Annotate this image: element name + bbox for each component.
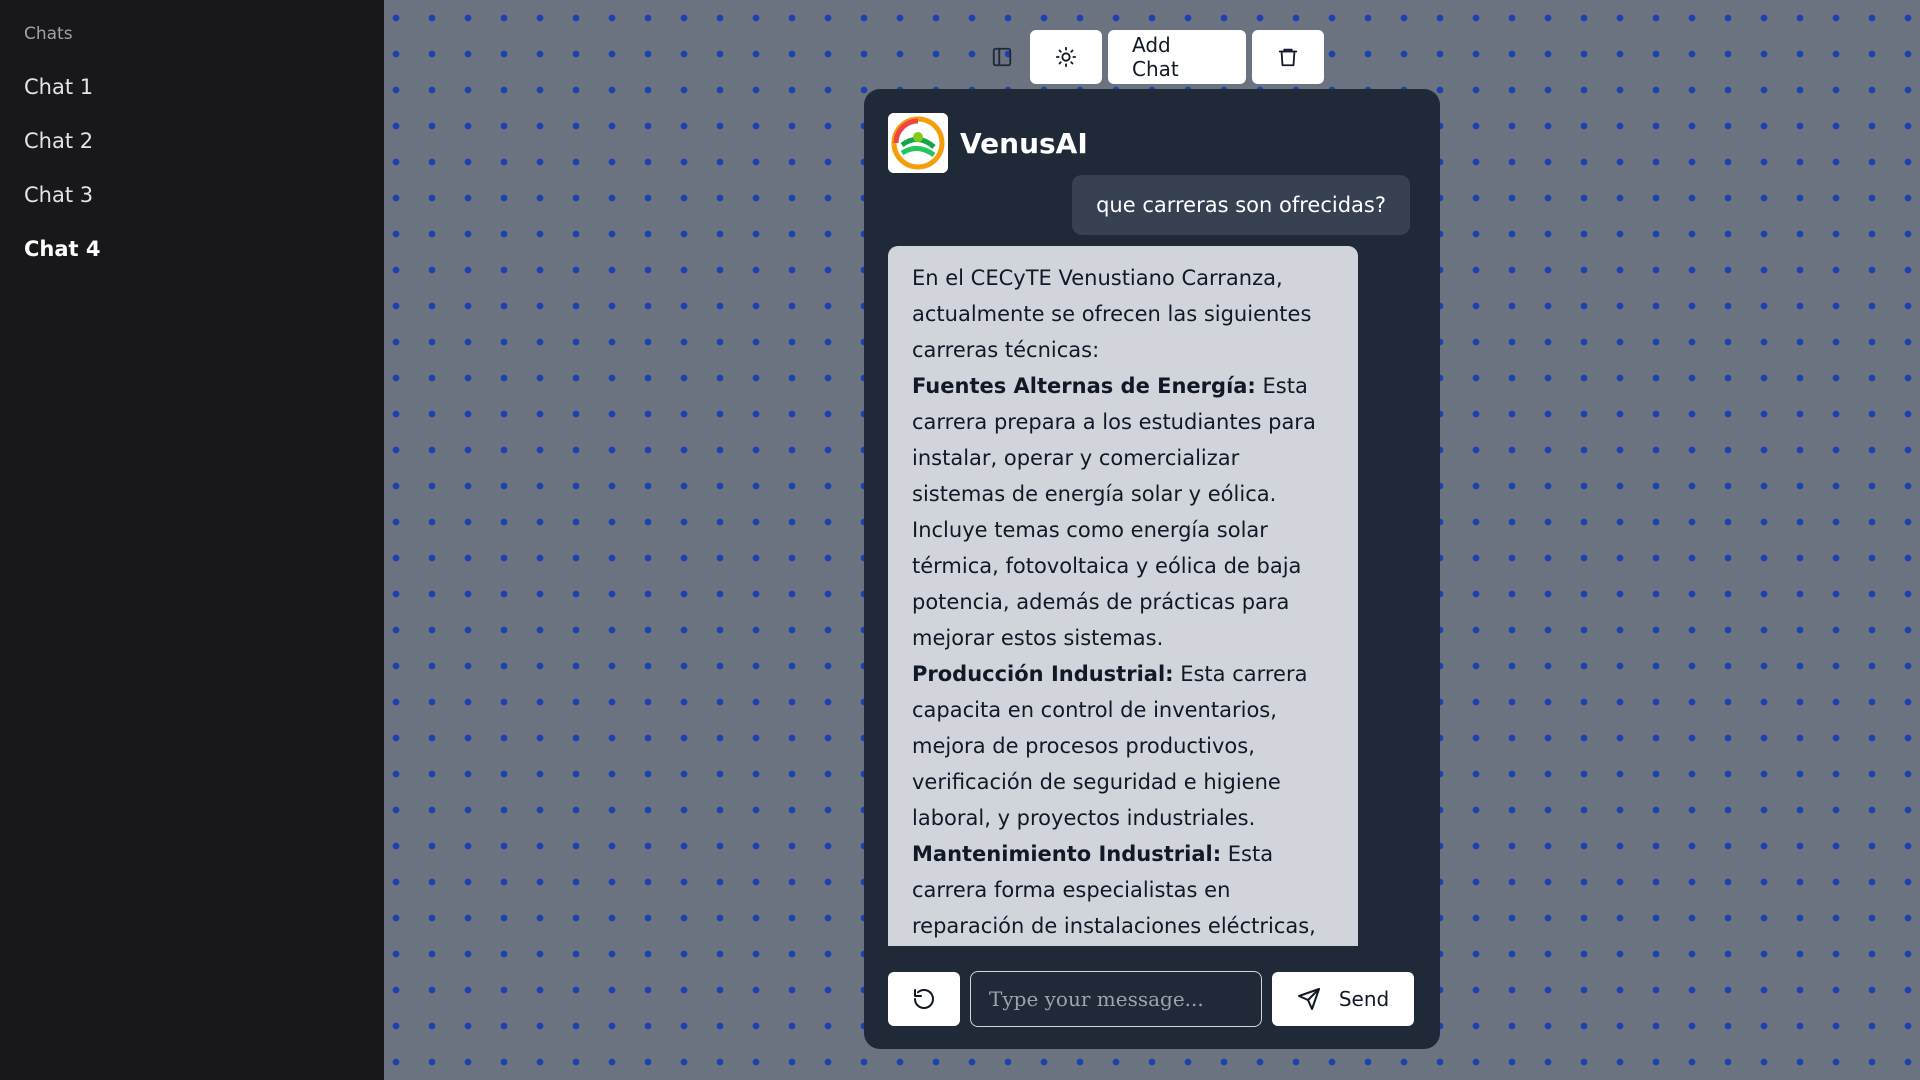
main-canvas: Add Chat VenusAI que carreras son ofreci… [384,0,1920,1080]
bot-message-item: Mantenimiento Industrial: Esta carrera f… [912,836,1334,944]
sidebar-item-chat-2[interactable]: Chat 2 [24,114,360,168]
chat-window: VenusAI que carreras son ofrecidas? En e… [864,89,1440,1049]
toolbar: Add Chat [980,30,1324,84]
send-button[interactable]: Send [1272,972,1414,1026]
venusai-logo-icon [888,113,948,173]
sidebar-item-chat-4[interactable]: Chat 4 [24,222,360,276]
rotate-ccw-icon [914,989,934,1009]
user-message-bubble: que carreras son ofrecidas? [1072,175,1410,235]
add-chat-button[interactable]: Add Chat [1108,30,1246,84]
brand-name: VenusAI [960,126,1088,160]
sidebar-title: Chats [24,24,73,44]
sidebar-toggle-button[interactable] [980,30,1024,84]
message-input[interactable] [970,971,1262,1027]
bot-message-item: Fuentes Alternas de Energía: Esta carrer… [912,368,1334,656]
venusai-logo [888,113,948,173]
bot-message-bubble: En el CECyTE Venustiano Carranza, actual… [888,246,1358,946]
reset-chat-button[interactable] [888,972,960,1026]
sidebar-item-chat-3[interactable]: Chat 3 [24,168,360,222]
panel-left-icon [992,47,1012,67]
sidebar: Chats Chat 1 Chat 2 Chat 3 Chat 4 [0,0,384,1080]
sidebar-item-chat-1[interactable]: Chat 1 [24,60,360,114]
theme-toggle-button[interactable] [1030,30,1102,84]
sun-icon [1055,46,1077,68]
bot-item-title: Fuentes Alternas de Energía: [912,374,1256,398]
bot-item-title: Mantenimiento Industrial: [912,842,1222,866]
delete-chat-button[interactable] [1252,30,1324,84]
message-composer: Send [888,971,1416,1027]
send-icon [1297,988,1320,1010]
chat-header: VenusAI [888,113,1088,173]
bot-message-item: Producción Industrial: Esta carrera capa… [912,656,1334,836]
send-label: Send [1338,987,1390,1011]
bot-item-title: Producción Industrial: [912,662,1174,686]
trash-icon [1278,48,1298,67]
bot-item-text: Esta carrera capacita en control de inve… [912,662,1308,830]
bot-message-intro: En el CECyTE Venustiano Carranza, actual… [912,266,1312,362]
bot-item-text: Esta carrera prepara a los estudiantes p… [912,374,1316,650]
